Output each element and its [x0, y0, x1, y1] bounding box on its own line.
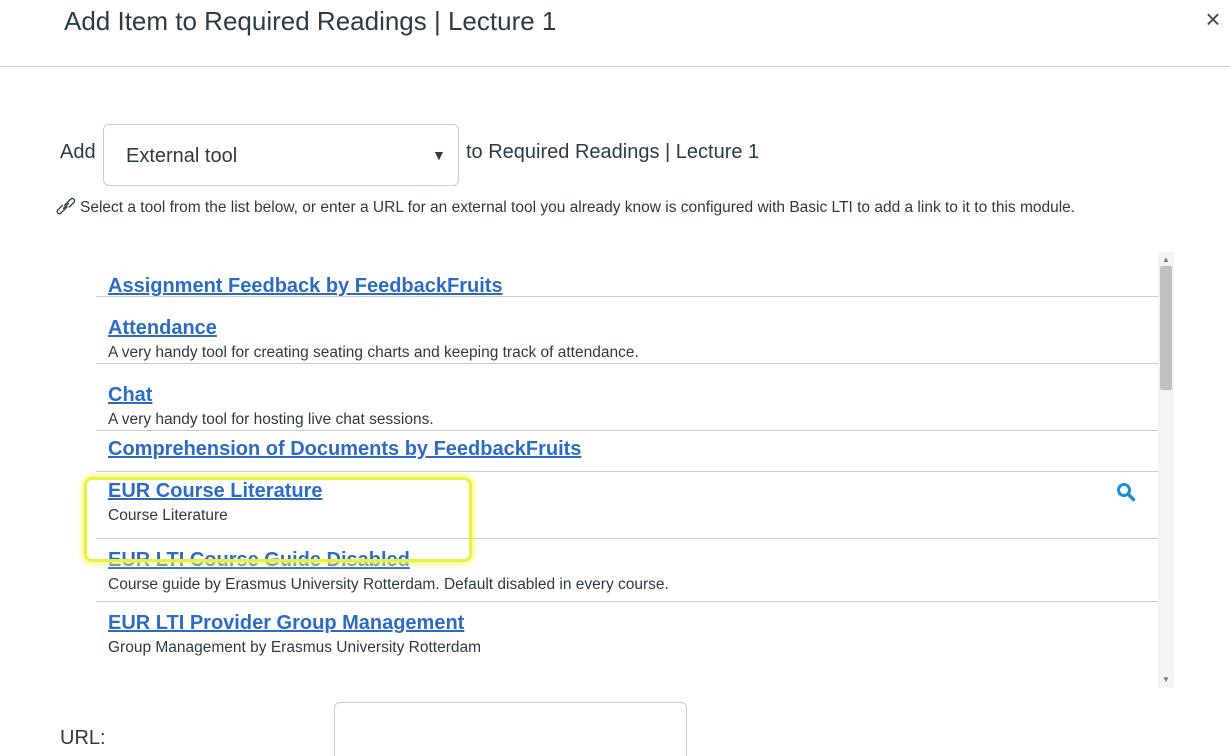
dropdown-arrow-icon: ▼	[432, 147, 446, 163]
tool-item[interactable]: EUR LTI Provider Group Management Group …	[96, 602, 1158, 665]
tool-link[interactable]: EUR LTI Provider Group Management	[108, 609, 464, 637]
dialog-header: Add Item to Required Readings | Lecture …	[0, 0, 1230, 67]
add-label: Add	[60, 141, 96, 163]
tool-item[interactable]: Chat A very handy tool for hosting live …	[96, 364, 1158, 431]
tool-link[interactable]: Attendance	[108, 314, 217, 342]
tool-item-selected[interactable]: EUR Course Literature Course Literature	[96, 472, 1158, 539]
item-type-select[interactable]: External tool ▼	[103, 124, 459, 186]
tool-link[interactable]: EUR Course Literature	[108, 477, 323, 505]
tool-item[interactable]: EUR LTI Course Guide Disabled Course gui…	[96, 539, 1158, 602]
tool-item[interactable]: Attendance A very handy tool for creatin…	[96, 297, 1158, 364]
tool-list-scrollbar[interactable]: ▲ ▼	[1158, 252, 1174, 688]
url-input[interactable]	[334, 702, 687, 756]
tool-item[interactable]: Assignment Feedback by FeedbackFruits	[96, 252, 1158, 297]
tool-link[interactable]: Assignment Feedback by FeedbackFruits	[108, 272, 503, 300]
tool-description: Group Management by Erasmus University R…	[108, 639, 482, 656]
search-icon[interactable]	[1116, 482, 1136, 502]
close-button[interactable]: ×	[1198, 2, 1228, 36]
tool-link[interactable]: Comprehension of Documents by FeedbackFr…	[108, 435, 581, 463]
instructions-text: Select a tool from the list below, or en…	[56, 196, 1196, 220]
instructions-content: Select a tool from the list below, or en…	[80, 199, 1076, 216]
tool-list[interactable]: Assignment Feedback by FeedbackFruits At…	[96, 252, 1158, 688]
tool-item[interactable]: Comprehension of Documents by FeedbackFr…	[96, 431, 1158, 472]
tool-link[interactable]: EUR LTI Course Guide Disabled	[108, 546, 410, 574]
item-type-select-value: External tool	[126, 145, 238, 167]
url-label: URL:	[60, 727, 106, 749]
tool-description: Course guide by Erasmus University Rotte…	[108, 576, 669, 593]
link-icon	[56, 197, 76, 215]
tool-link[interactable]: Chat	[108, 381, 152, 409]
scroll-down-arrow-icon[interactable]: ▼	[1158, 674, 1174, 686]
scrollbar-thumb[interactable]	[1160, 266, 1172, 390]
add-item-row: Add External tool ▼ to Required Readings…	[60, 124, 960, 186]
tool-description: A very handy tool for hosting live chat …	[108, 411, 434, 428]
tool-description: A very handy tool for creating seating c…	[108, 344, 639, 361]
tool-description: Course Literature	[108, 507, 228, 524]
dialog-title: Add Item to Required Readings | Lecture …	[64, 6, 557, 36]
scroll-up-arrow-icon[interactable]: ▲	[1158, 254, 1174, 266]
destination-label: to Required Readings | Lecture 1	[466, 141, 760, 163]
